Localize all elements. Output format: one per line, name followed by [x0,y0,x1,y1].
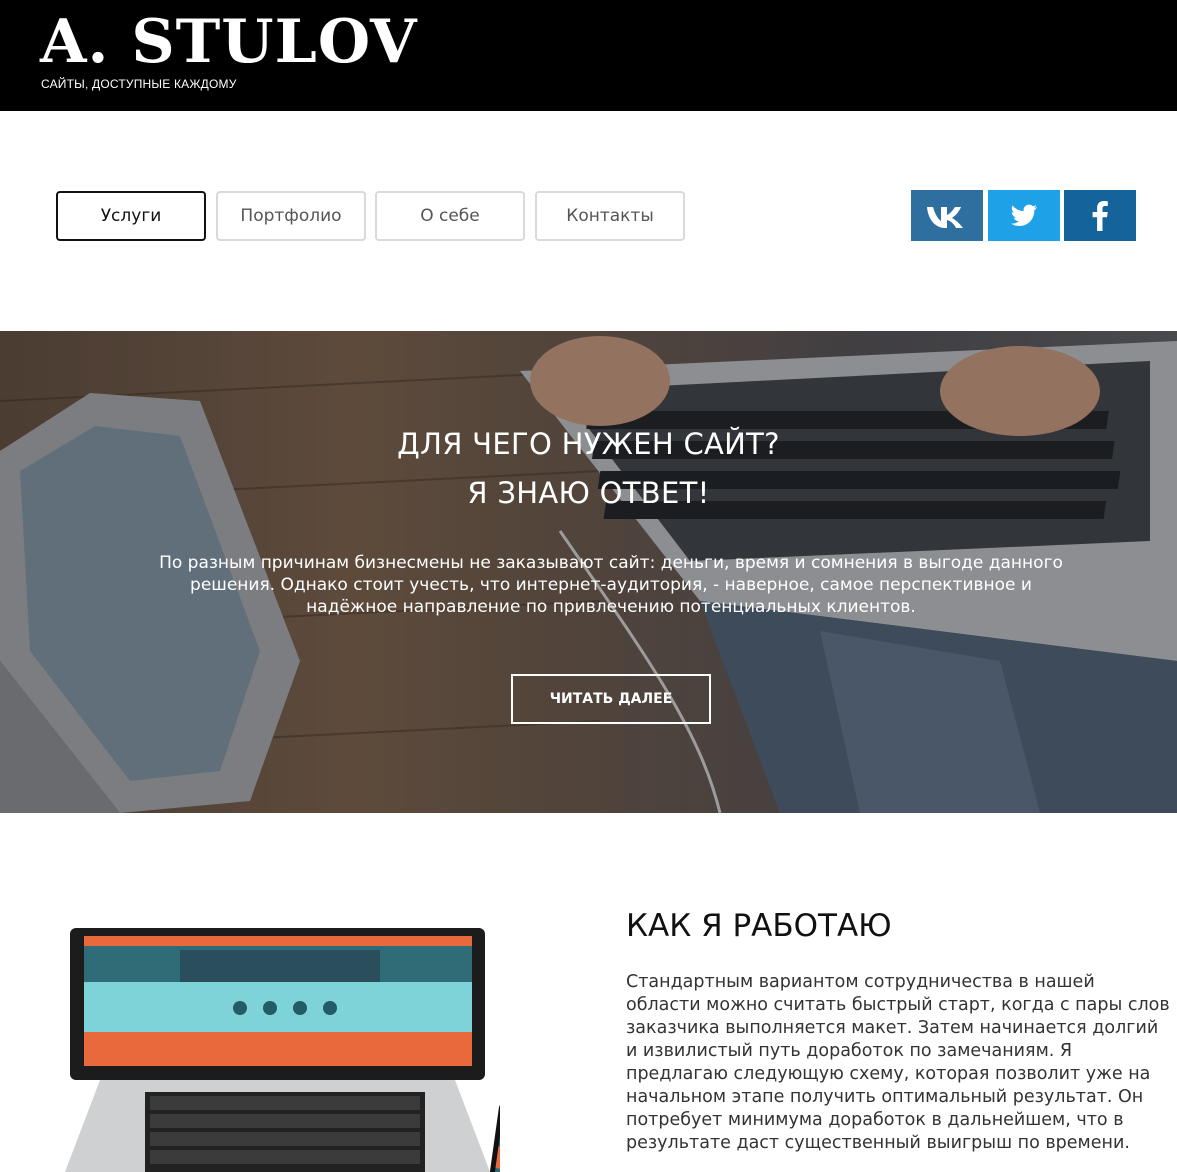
nav-item-contacts[interactable]: Контакты [535,191,685,241]
facebook-button[interactable] [1064,190,1136,241]
nav-item-portfolio[interactable]: Портфолио [216,191,366,241]
site-tagline: САЙТЫ, ДОСТУПНЫЕ КАЖДОМУ [41,77,237,91]
read-more-button[interactable]: ЧИТАТЬ ДАЛЕЕ [511,674,711,724]
site-logo[interactable]: A. STULOV [40,4,418,80]
facebook-icon [1092,200,1108,231]
hero-title-line1: ДЛЯ ЧЕГО НУЖЕН САЙТ? [397,427,780,461]
vk-icon [927,206,963,228]
work-section-text: Стандартным вариантом сотрудничества в н… [626,972,1170,1153]
nav-item-services[interactable]: Услуги [56,191,206,241]
devices-illustration [65,928,500,1172]
hero-title-line2: Я ЗНАЮ ОТВЕТ! [467,476,710,510]
twitter-icon [1011,204,1037,226]
twitter-button[interactable] [988,190,1060,241]
vk-button[interactable] [911,190,983,241]
hero-description: По разным причинам бизнесмены не заказыв… [159,553,1063,617]
hero-section: ДЛЯ ЧЕГО НУЖЕН САЙТ? Я ЗНАЮ ОТВЕТ! По ра… [0,331,1177,813]
nav-item-about[interactable]: О себе [375,191,525,241]
work-section-title: КАК Я РАБОТАЮ [626,908,892,944]
site-header: A. STULOV САЙТЫ, ДОСТУПНЫЕ КАЖДОМУ [0,0,1177,111]
